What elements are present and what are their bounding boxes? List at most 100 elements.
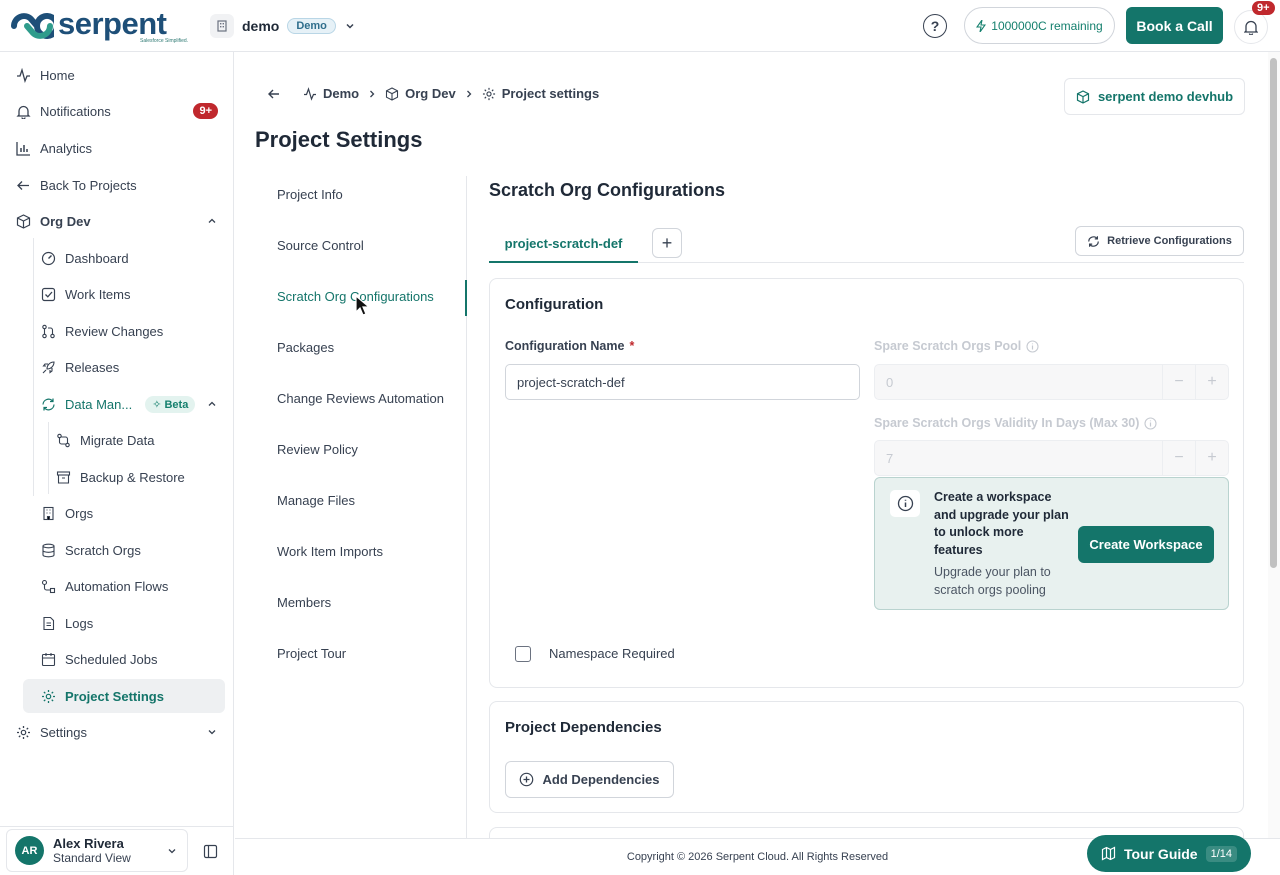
checkbox-icon bbox=[41, 287, 56, 301]
settings-nav-source-control[interactable]: Source Control bbox=[277, 238, 364, 260]
sidebar-item-label: Logs bbox=[65, 615, 94, 631]
project-dependencies-card: Project Dependencies Add Dependencies bbox=[489, 701, 1244, 813]
create-workspace-button[interactable]: Create Workspace bbox=[1078, 526, 1214, 563]
spare-pool-label: Spare Scratch Orgs Pool bbox=[874, 339, 1039, 353]
info-icon bbox=[1144, 416, 1157, 430]
refresh-icon bbox=[1088, 235, 1100, 247]
back-arrow-icon[interactable] bbox=[267, 87, 281, 101]
credits-button[interactable]: 1000000C remaining bbox=[964, 7, 1115, 44]
sidebar-item-label: Orgs bbox=[65, 505, 94, 521]
settings-nav-review-policy[interactable]: Review Policy bbox=[277, 442, 358, 464]
user-menu[interactable]: AR Alex Rivera Standard View bbox=[6, 829, 188, 872]
notifications-button[interactable] bbox=[1234, 10, 1268, 44]
settings-nav-change-reviews-automation[interactable]: Change Reviews Automation bbox=[277, 391, 444, 413]
user-role: Standard View bbox=[53, 851, 131, 865]
sidebar-item-label: Notifications bbox=[40, 103, 111, 119]
required-mark: * bbox=[629, 339, 635, 353]
sidebar-item-org-dev[interactable]: Org Dev bbox=[16, 204, 218, 238]
workspace-switcher[interactable]: demo Demo bbox=[210, 12, 356, 40]
sidebar-item-back-to-projects[interactable]: Back To Projects bbox=[16, 168, 218, 202]
git-pull-request-icon bbox=[42, 324, 55, 338]
breadcrumb-label: Org Dev bbox=[405, 86, 456, 101]
configuration-name-input[interactable]: project-scratch-def bbox=[505, 364, 860, 400]
settings-nav-active-indicator bbox=[465, 280, 467, 316]
section-title: Scratch Org Configurations bbox=[489, 180, 726, 200]
chevron-right-icon bbox=[370, 90, 375, 97]
help-icon[interactable]: ? bbox=[923, 14, 947, 38]
sidebar-item-scratch-orgs[interactable]: Scratch Orgs bbox=[41, 533, 218, 567]
add-tab-button[interactable]: + bbox=[652, 228, 682, 258]
namespace-required-checkbox[interactable] bbox=[515, 646, 531, 662]
breadcrumb-demo[interactable]: Demo bbox=[303, 86, 359, 101]
sidebar-item-notifications[interactable]: Notifications 9+ bbox=[16, 94, 218, 128]
beta-badge-label: Beta bbox=[164, 398, 189, 411]
serpent-logo[interactable]: serpent Salesforce Simplified. bbox=[10, 8, 195, 44]
sidebar-item-scheduled-jobs[interactable]: Scheduled Jobs bbox=[41, 642, 218, 676]
devhub-org-button[interactable]: serpent demo devhub bbox=[1064, 78, 1245, 115]
sidebar-item-label: Back To Projects bbox=[40, 177, 137, 193]
settings-nav-project-info[interactable]: Project Info bbox=[277, 187, 343, 209]
sidebar-item-review-changes[interactable]: Review Changes bbox=[41, 314, 218, 348]
sidebar-item-project-settings[interactable]: Project Settings bbox=[23, 679, 225, 713]
sidebar-item-work-items[interactable]: Work Items bbox=[41, 277, 218, 311]
sidebar-item-migrate-data[interactable]: Migrate Data bbox=[56, 423, 218, 457]
retrieve-configurations-button[interactable]: Retrieve Configurations bbox=[1075, 226, 1244, 256]
sidebar-item-label: Analytics bbox=[40, 140, 93, 156]
activity-icon bbox=[304, 86, 316, 101]
credits-label: 1000000C remaining bbox=[991, 18, 1103, 33]
sidebar-item-dashboard[interactable]: Dashboard bbox=[41, 241, 218, 275]
sidebar-collapse-icon[interactable] bbox=[203, 844, 218, 859]
spare-pool-stepper[interactable]: 0 − + bbox=[874, 364, 1229, 400]
sidebar-item-automation-flows[interactable]: Automation Flows bbox=[41, 569, 218, 603]
notifications-count-badge: 9+ bbox=[1252, 1, 1275, 15]
sidebar-item-releases[interactable]: Releases bbox=[41, 350, 218, 384]
namespace-required-label: Namespace Required bbox=[549, 646, 675, 661]
sidebar: Home Notifications 9+ Analytics Back To … bbox=[0, 52, 234, 875]
settings-nav-work-item-imports[interactable]: Work Item Imports bbox=[277, 544, 383, 566]
chevron-down-icon bbox=[168, 848, 176, 853]
scrollbar-thumb[interactable] bbox=[1270, 58, 1277, 568]
book-call-button[interactable]: Book a Call bbox=[1126, 7, 1223, 44]
page-scrollbar[interactable] bbox=[1268, 52, 1280, 838]
sidebar-item-label: Scratch Orgs bbox=[65, 542, 141, 558]
logo-mark-icon bbox=[11, 12, 54, 39]
input-value: project-scratch-def bbox=[517, 374, 625, 390]
mouse-cursor-icon bbox=[355, 295, 371, 316]
upgrade-subtext: Upgrade your plan to scratch orgs poolin… bbox=[934, 565, 1051, 597]
sidebar-item-label: Backup & Restore bbox=[80, 469, 185, 485]
git-compare-icon bbox=[57, 433, 70, 447]
stepper-value: 7 bbox=[886, 450, 894, 466]
gear-icon bbox=[42, 689, 55, 703]
decrement-button[interactable]: − bbox=[1162, 441, 1195, 475]
validity-days-stepper[interactable]: 7 − + bbox=[874, 440, 1229, 476]
tour-guide-button[interactable]: Tour Guide 1/14 bbox=[1087, 835, 1251, 872]
sidebar-item-analytics[interactable]: Analytics bbox=[16, 131, 218, 165]
settings-nav-project-tour[interactable]: Project Tour bbox=[277, 646, 346, 668]
brand-name: serpent bbox=[58, 5, 167, 41]
configuration-name-label: Configuration Name * bbox=[505, 339, 634, 353]
submenu-guide-line bbox=[33, 238, 34, 496]
increment-button[interactable]: + bbox=[1195, 365, 1228, 399]
sidebar-item-logs[interactable]: Logs bbox=[41, 606, 218, 640]
sidebar-item-label: Settings bbox=[40, 724, 87, 740]
tab-project-scratch-def[interactable]: project-scratch-def bbox=[489, 226, 638, 263]
decrement-button[interactable]: − bbox=[1162, 365, 1195, 399]
breadcrumb-org-dev[interactable]: Org Dev bbox=[385, 86, 456, 101]
sidebar-item-label: Data Man... bbox=[65, 396, 133, 412]
sidebar-item-orgs[interactable]: Orgs bbox=[41, 496, 218, 530]
submenu-guide-line bbox=[48, 422, 49, 494]
settings-nav-manage-files[interactable]: Manage Files bbox=[277, 493, 355, 515]
chevron-down-icon bbox=[208, 730, 216, 735]
sidebar-item-home[interactable]: Home bbox=[16, 58, 218, 92]
calendar-icon bbox=[41, 652, 56, 666]
sidebar-item-backup-restore[interactable]: Backup & Restore bbox=[56, 460, 218, 494]
add-dependencies-button[interactable]: Add Dependencies bbox=[505, 761, 674, 798]
sidebar-item-settings[interactable]: Settings bbox=[16, 715, 218, 749]
lightning-icon bbox=[976, 19, 987, 32]
sidebar-item-data-management[interactable]: Data Man... ✧ Beta bbox=[41, 387, 218, 421]
settings-nav-packages[interactable]: Packages bbox=[277, 340, 334, 362]
settings-nav-members[interactable]: Members bbox=[277, 595, 331, 617]
archive-icon bbox=[56, 470, 71, 484]
stepper-value: 0 bbox=[886, 374, 894, 390]
increment-button[interactable]: + bbox=[1195, 441, 1228, 475]
